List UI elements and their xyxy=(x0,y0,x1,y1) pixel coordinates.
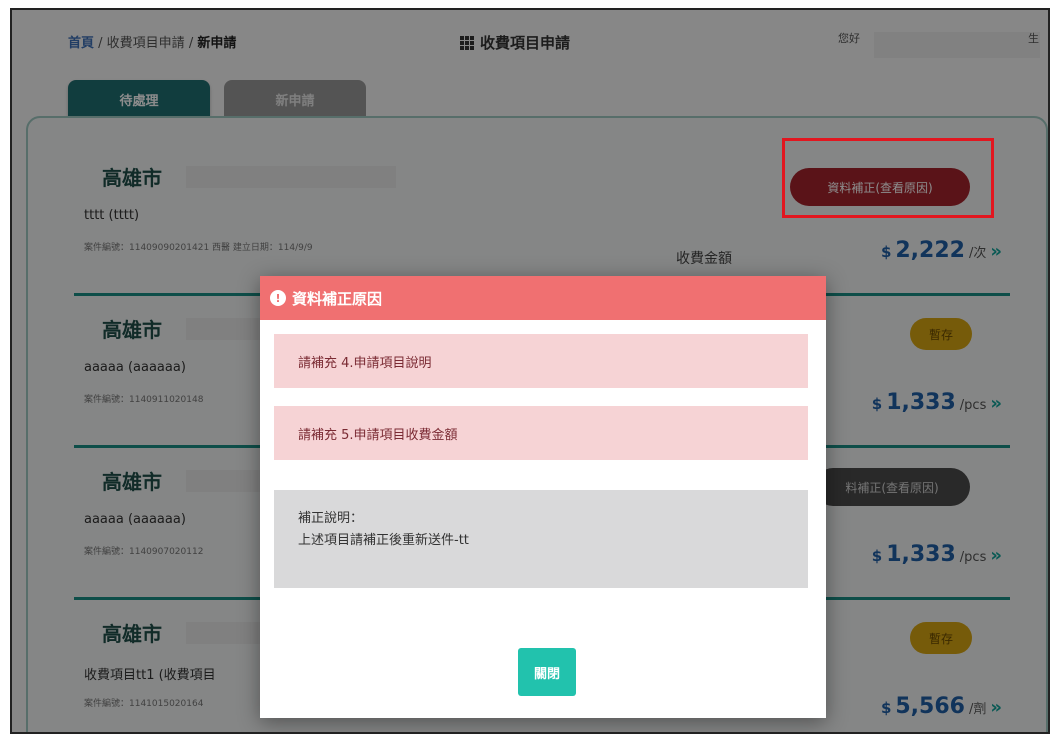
alert-icon: ! xyxy=(270,290,286,306)
app-window: 首頁 / 收費項目申請 / 新申請 收費項目申請 您好 生 待處理 新申請 高雄… xyxy=(10,8,1050,734)
close-button[interactable]: 關閉 xyxy=(518,648,576,696)
dialog-title: 資料補正原因 xyxy=(292,289,383,308)
annotation-highlight-box xyxy=(782,138,994,218)
reason-item: 請補充 5.申請項目收費金額 xyxy=(274,406,808,460)
correction-reason-dialog: ! 資料補正原因 請補充 4.申請項目說明 請補充 5.申請項目收費金額 補正說… xyxy=(260,276,826,718)
note-label: 補正說明： xyxy=(298,511,364,526)
dialog-header: ! 資料補正原因 xyxy=(260,276,826,320)
reason-item: 請補充 4.申請項目說明 xyxy=(274,334,808,388)
correction-note: 補正說明： 上述項目請補正後重新送件-tt xyxy=(274,490,808,588)
note-text: 上述項目請補正後重新送件-tt xyxy=(298,533,469,548)
